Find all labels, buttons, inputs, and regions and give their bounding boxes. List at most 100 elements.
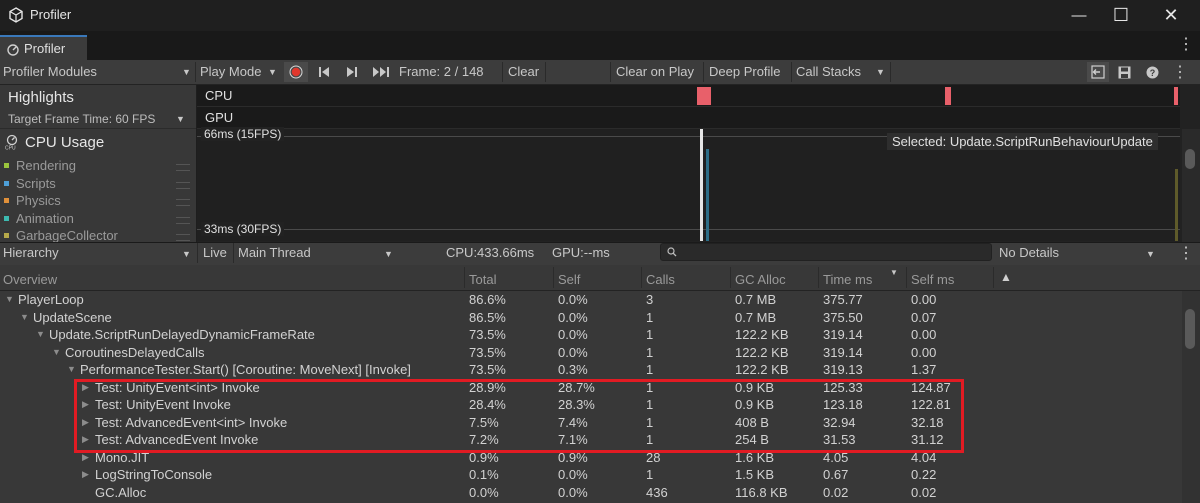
cpu-time-readout: CPU:433.66ms xyxy=(446,245,535,260)
search-input[interactable] xyxy=(660,243,992,261)
row-calls: 1 xyxy=(646,362,654,377)
table-scrollbar[interactable] xyxy=(1182,291,1200,503)
details-dropdown[interactable]: No Details xyxy=(999,245,1059,260)
tab-menu-kebab-icon[interactable]: ⋮ xyxy=(1178,37,1194,53)
column-header-time-ms[interactable]: Time ms xyxy=(823,272,872,287)
legend-item[interactable]: Scripts xyxy=(4,176,56,191)
tab-bar xyxy=(0,31,1200,60)
drag-handle[interactable] xyxy=(176,199,190,206)
expand-down-icon[interactable]: ▼ xyxy=(67,361,76,378)
deep-profile-button[interactable]: Deep Profile xyxy=(709,64,781,79)
row-selfms: 0.22 xyxy=(911,467,937,482)
chevron-down-icon[interactable]: ▼ xyxy=(384,249,393,259)
drag-handle[interactable] xyxy=(176,182,190,189)
gpu-highlight-lane[interactable]: GPU xyxy=(197,107,1180,129)
chevron-down-icon[interactable]: ▼ xyxy=(182,249,191,259)
expand-down-icon[interactable]: ▼ xyxy=(52,344,61,361)
expand-right-icon[interactable]: ▶ xyxy=(82,466,89,483)
clear-button[interactable]: Clear xyxy=(508,64,539,79)
cpu-usage-title[interactable]: CPU Usage xyxy=(25,134,104,151)
column-divider[interactable] xyxy=(993,267,994,288)
chevron-down-icon[interactable]: ▼ xyxy=(1146,249,1155,259)
divider xyxy=(703,62,704,82)
cpu-highlight-lane[interactable]: CPU xyxy=(197,85,1180,107)
selected-sample-tooltip: Selected: Update.ScriptRunBehaviourUpdat… xyxy=(887,133,1158,150)
scrollbar-thumb[interactable] xyxy=(1185,309,1195,349)
record-button[interactable] xyxy=(284,62,308,82)
highlight-marker xyxy=(945,87,951,105)
close-button[interactable]: ✕ xyxy=(1148,0,1194,31)
profiler-modules-dropdown[interactable]: Profiler Modules xyxy=(3,64,97,79)
table-row[interactable]: ▶ LogStringToConsole 0.1% 0.0% 1 1.5 KB 0.67 0.… xyxy=(0,466,1182,484)
target-frame-time-dropdown[interactable]: Target Frame Time: 60 FPS xyxy=(8,112,155,126)
live-toggle[interactable]: Live xyxy=(203,245,227,260)
play-mode-dropdown[interactable]: Play Mode xyxy=(200,64,261,79)
legend-item[interactable]: Rendering xyxy=(4,158,76,173)
unity-logo-icon xyxy=(9,7,23,23)
column-divider[interactable] xyxy=(464,267,465,288)
chevron-down-icon[interactable]: ▼ xyxy=(182,67,191,77)
column-header-self[interactable]: Self xyxy=(558,272,580,287)
title-bar xyxy=(0,0,1200,31)
legend-item[interactable]: Physics xyxy=(4,193,61,208)
table-header xyxy=(0,265,1200,291)
tab-profiler[interactable]: Profiler xyxy=(0,35,87,60)
column-header-calls[interactable]: Calls xyxy=(646,272,675,287)
column-divider[interactable] xyxy=(730,267,731,288)
column-divider[interactable] xyxy=(818,267,819,288)
help-button[interactable]: ? xyxy=(1141,62,1163,82)
close-icon: ✕ xyxy=(1163,5,1179,25)
first-frame-button[interactable] xyxy=(314,62,334,82)
column-header-self-ms[interactable]: Self ms xyxy=(911,272,954,287)
load-button[interactable] xyxy=(1087,62,1109,82)
next-frame-button[interactable] xyxy=(342,62,362,82)
minimize-button[interactable]: — xyxy=(1056,0,1102,31)
expand-down-icon[interactable]: ▼ xyxy=(5,291,14,308)
sort-descending-icon: ▼ xyxy=(890,268,898,277)
scrollbar-thumb[interactable] xyxy=(1185,149,1195,169)
row-gc: 116.8 KB xyxy=(735,484,788,500)
step-forward-icon xyxy=(347,67,357,77)
column-header-gc-alloc[interactable]: GC Alloc xyxy=(735,272,786,287)
chevron-down-icon[interactable]: ▼ xyxy=(268,67,277,77)
legend-item[interactable]: GarbageCollector xyxy=(4,228,118,243)
drag-handle[interactable] xyxy=(176,217,190,224)
table-row[interactable]: ▼ Update.ScriptRunDelayedDynamicFrameRate… xyxy=(0,326,1182,344)
table-row[interactable]: GC.Alloc 0.0% 0.0% 436 116.8 KB 0.02 0.02 xyxy=(0,484,1182,502)
annotation-highlight-box xyxy=(74,379,964,453)
chart-scrollbar[interactable] xyxy=(1182,129,1200,242)
expand-down-icon[interactable]: ▼ xyxy=(20,309,29,326)
legend-item[interactable]: Animation xyxy=(4,211,74,226)
expand-down-icon[interactable]: ▼ xyxy=(36,326,45,343)
save-button[interactable] xyxy=(1113,62,1135,82)
clear-on-play-button[interactable]: Clear on Play xyxy=(616,64,694,79)
column-header-overview[interactable]: Overview xyxy=(3,272,57,287)
maximize-button[interactable]: ☐ xyxy=(1098,0,1144,31)
row-gc: 0.7 MB xyxy=(735,309,777,325)
divider xyxy=(890,62,891,82)
table-row[interactable]: ▼ PlayerLoop 86.6% 0.0% 3 0.7 MB 375.77 0.00 xyxy=(0,291,1182,309)
table-row[interactable]: ▼ PerformanceTester.Start() [Coroutine: M… xyxy=(0,361,1182,379)
table-row[interactable]: ▼ CoroutinesDelayedCalls 73.5% 0.0% 1 122.2 K… xyxy=(0,344,1182,362)
last-frame-button[interactable] xyxy=(370,62,392,82)
table-row[interactable]: ▼ UpdateScene 86.5% 0.0% 1 0.7 MB 375.50 0.07 xyxy=(0,309,1182,327)
more-options-kebab-icon[interactable]: ⋮ xyxy=(1178,243,1194,263)
row-name: PerformanceTester.Start() [Coroutine: Mo… xyxy=(80,362,411,377)
drag-handle[interactable] xyxy=(176,234,190,241)
highlights-title: Highlights xyxy=(8,89,74,106)
view-mode-dropdown[interactable]: Hierarchy xyxy=(3,245,59,260)
call-stacks-button[interactable]: Call Stacks xyxy=(796,64,861,79)
row-calls: 1 xyxy=(646,309,654,325)
highlight-marker xyxy=(1174,87,1178,105)
thread-dropdown[interactable]: Main Thread xyxy=(238,245,311,260)
more-options-kebab-icon[interactable]: ⋮ xyxy=(1168,62,1192,82)
drag-handle[interactable] xyxy=(176,164,190,171)
chevron-down-icon[interactable]: ▼ xyxy=(176,114,185,124)
column-divider[interactable] xyxy=(906,267,907,288)
column-divider[interactable] xyxy=(641,267,642,288)
row-selfms: 0.00 xyxy=(911,327,937,342)
chevron-down-icon[interactable]: ▼ xyxy=(876,67,885,77)
column-divider[interactable] xyxy=(553,267,554,288)
column-options-button[interactable]: ▲ xyxy=(1000,270,1012,284)
column-header-total[interactable]: Total xyxy=(469,272,496,287)
